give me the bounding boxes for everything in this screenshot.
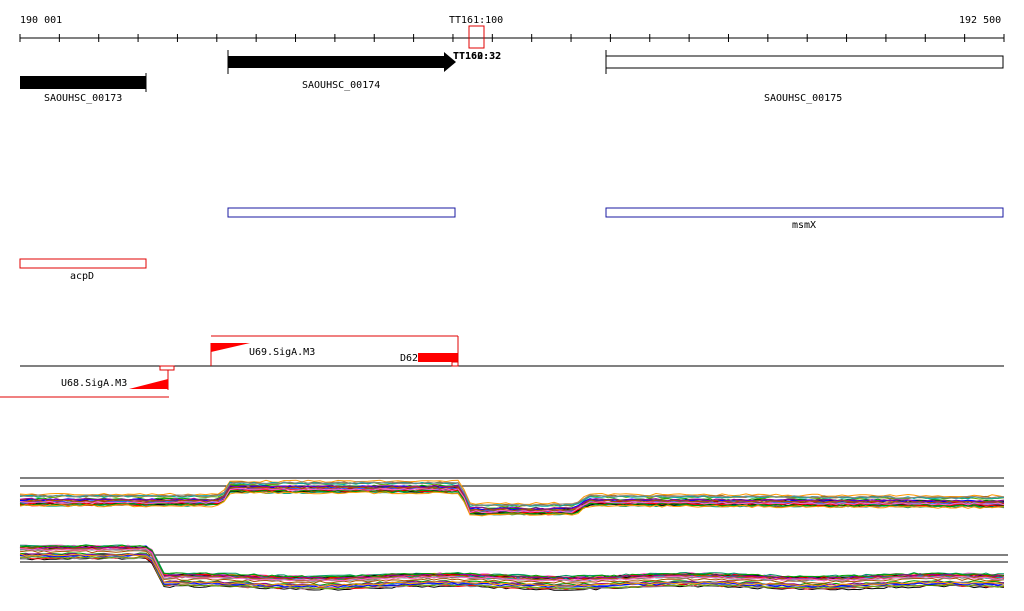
terminator-label-tt162: TT162:32 [453,51,501,62]
genome-browser-view: 190 001 192 500 TT161:100 SAOUHSC_00173 … [0,15,1008,591]
ruler-end-label: 192 500 [959,15,1001,26]
gene-saouhsc-00173[interactable] [20,76,146,89]
gene-saouhsc-00174-label: SAOUHSC_00174 [302,80,380,91]
promoter-track: U69.SigA.M3 D62 U68.SigA.M3 [0,335,1004,398]
acpd-feature-box[interactable] [19,258,147,269]
gene-track: SAOUHSC_00173 SAOUHSC_00174 TT160:32 TT1… [20,50,1004,104]
u69-promoter-glyph[interactable] [211,343,250,352]
u68-label: U68.SigA.M3 [61,378,127,389]
annotation-track-red: acpD [19,258,147,282]
acpd-label: acpD [70,271,94,282]
expression-line [19,544,1005,579]
u68-marker [159,365,175,371]
u69-label: U69.SigA.M3 [249,347,315,358]
gene-saouhsc-00175-label: SAOUHSC_00175 [764,93,842,104]
d62-end-marker [451,361,459,367]
u68-promoter-glyph[interactable] [129,379,168,389]
expression-track-2 [19,544,1008,591]
d62-label: D62 [400,353,418,364]
ruler-start-label: 190 001 [20,15,62,26]
blue-feature-box-1[interactable] [227,207,456,218]
position-marker[interactable] [468,25,485,49]
msmx-label: msmX [792,220,816,231]
expression-track-1 [19,477,1005,517]
ruler-marker-label: TT161:100 [449,15,503,26]
expression-track-2-series [19,544,1005,591]
expression-line [19,544,1005,578]
annotation-track-blue: msmX [227,207,1004,231]
msmx-feature-box[interactable] [605,207,1004,218]
gene-saouhsc-00175[interactable] [605,55,1004,69]
coordinate-ruler: 190 001 192 500 TT161:100 [19,15,1005,49]
d62-feature[interactable] [418,353,458,362]
gene-saouhsc-00173-label: SAOUHSC_00173 [44,93,122,104]
gene-saouhsc-00174[interactable] [228,52,456,72]
